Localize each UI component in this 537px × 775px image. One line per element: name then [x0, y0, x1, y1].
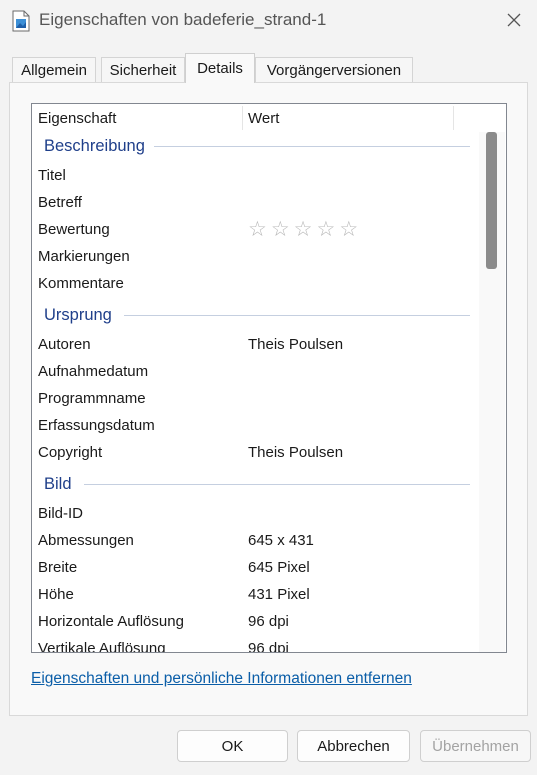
property-label: Kommentare — [38, 275, 124, 292]
tab-vorgaengerversionen[interactable]: Vorgängerversionen — [255, 57, 413, 83]
close-icon — [507, 13, 521, 27]
property-value[interactable]: 96 dpi — [248, 613, 289, 630]
column-separator[interactable] — [242, 106, 243, 130]
property-label: Autoren — [38, 336, 91, 353]
rating-stars[interactable]: ☆ ☆ ☆ ☆ ☆ — [248, 219, 358, 240]
property-label: Horizontale Auflösung — [38, 613, 184, 630]
property-label: Programmname — [38, 390, 146, 407]
property-label: Betreff — [38, 194, 82, 211]
group-divider — [124, 315, 470, 316]
title-bar: Eigenschaften von badeferie_strand-1 — [0, 0, 537, 42]
star-icon[interactable]: ☆ — [316, 219, 335, 240]
column-header-value[interactable]: Wert — [248, 110, 279, 127]
group-header-ursprung: Ursprung — [44, 306, 112, 324]
star-icon[interactable]: ☆ — [294, 219, 313, 240]
window-title: Eigenschaften von badeferie_strand-1 — [39, 10, 327, 29]
star-icon[interactable]: ☆ — [271, 219, 290, 240]
vertical-scrollbar[interactable] — [479, 132, 505, 652]
property-label: Bild-ID — [38, 505, 84, 522]
list-header: Eigenschaft Wert — [32, 104, 506, 132]
remove-properties-link[interactable]: Eigenschaften und persönliche Informatio… — [31, 670, 412, 688]
property-label: Bewertung — [38, 221, 110, 238]
group-header-bild: Bild — [44, 475, 72, 493]
group-header-beschreibung: Beschreibung — [44, 137, 145, 155]
property-label: Vertikale Auflösung — [38, 640, 166, 653]
property-value[interactable]: 96 dpi — [248, 640, 289, 652]
ok-button[interactable]: OK — [177, 730, 288, 762]
property-label: Höhe — [38, 586, 74, 603]
close-button[interactable] — [491, 0, 537, 40]
property-label: Copyright — [38, 444, 103, 461]
cancel-button[interactable]: Abbrechen — [297, 730, 410, 762]
property-value[interactable]: Theis Poulsen — [248, 336, 343, 353]
star-icon[interactable]: ☆ — [248, 219, 267, 240]
property-value[interactable]: 645 x 431 — [248, 532, 314, 549]
apply-button[interactable]: Übernehmen — [420, 730, 531, 762]
tab-details[interactable]: Details — [185, 53, 255, 83]
property-value[interactable]: Theis Poulsen — [248, 444, 343, 461]
tab-allgemein[interactable]: Allgemein — [12, 57, 96, 83]
tab-sicherheit[interactable]: Sicherheit — [101, 57, 185, 83]
property-label: Markierungen — [38, 248, 130, 265]
column-header-property[interactable]: Eigenschaft — [38, 110, 116, 127]
property-value[interactable]: 645 Pixel — [248, 559, 310, 576]
property-label: Titel — [38, 167, 66, 184]
property-label: Aufnahmedatum — [38, 363, 149, 380]
property-label: Breite — [38, 559, 78, 576]
scrollbar-thumb[interactable] — [486, 132, 497, 269]
property-label: Erfassungsdatum — [38, 417, 155, 434]
group-divider — [84, 484, 470, 485]
properties-list[interactable]: Eigenschaft Wert Beschreibung Titel Betr… — [31, 103, 507, 653]
property-value[interactable]: 431 Pixel — [248, 586, 310, 603]
property-label: Abmessungen — [38, 532, 134, 549]
column-separator[interactable] — [453, 106, 454, 130]
star-icon[interactable]: ☆ — [339, 219, 358, 240]
group-divider — [154, 146, 470, 147]
image-file-icon — [12, 10, 30, 32]
